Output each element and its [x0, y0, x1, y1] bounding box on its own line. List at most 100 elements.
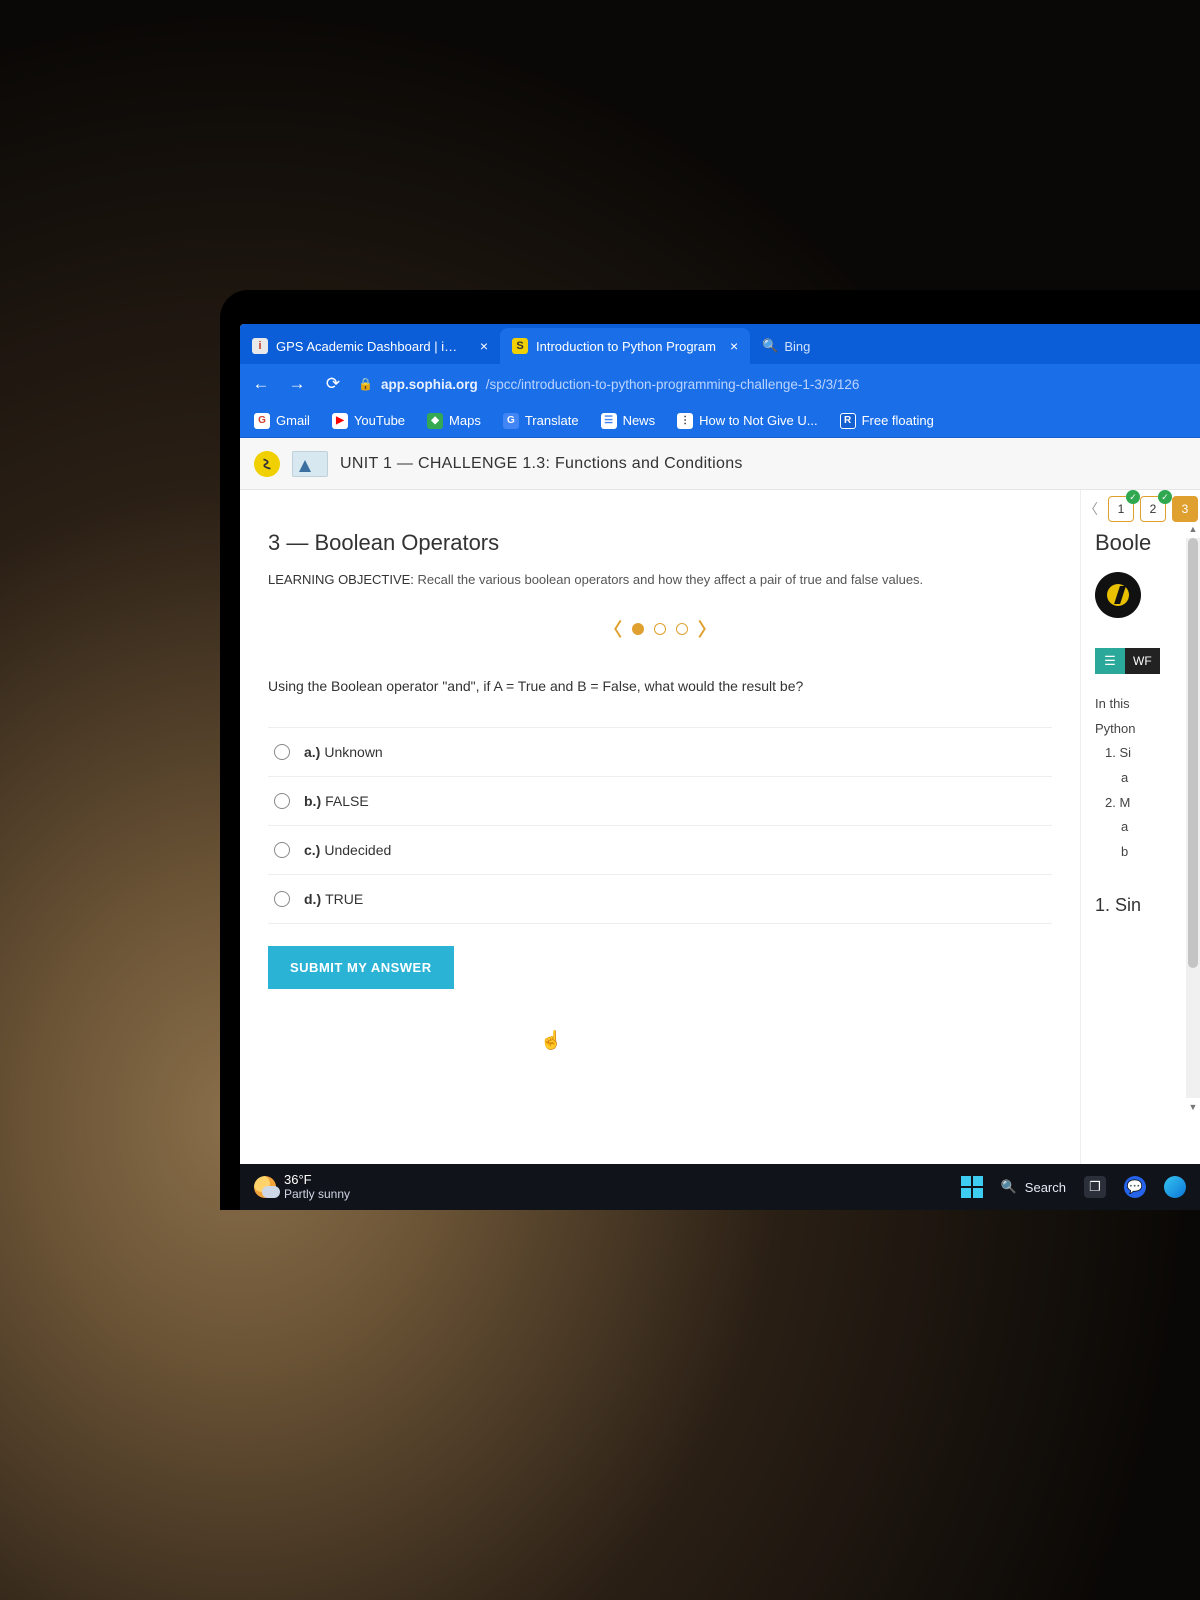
scroll-down-icon[interactable]: ▼	[1186, 1102, 1200, 1112]
pager-prev[interactable]: 〈	[1080, 499, 1102, 519]
scroll-thumb[interactable]	[1188, 538, 1198, 968]
bookmark-label: Gmail	[276, 413, 310, 428]
reddit-icon: R	[840, 413, 856, 429]
unit-header: UNIT 1 — CHALLENGE 1.3: Functions and Co…	[240, 438, 1200, 490]
contents-button[interactable]: ☰ WF	[1095, 648, 1200, 674]
scrollbar[interactable]: ▲ ▼	[1186, 538, 1200, 1098]
cursor-hand-icon: ☝	[540, 1030, 562, 1051]
slide-dot-1[interactable]	[632, 623, 644, 635]
pager-item-3[interactable]: 3	[1172, 496, 1198, 522]
option-a[interactable]: a.)Unknown	[268, 727, 1052, 776]
question-pager: 〈 1 2 3	[1080, 496, 1200, 522]
sidebar-text: In this Python 1. Si a 2. M a b	[1095, 692, 1200, 865]
weather-temp: 36°F	[284, 1173, 350, 1187]
tab-search-bing[interactable]: 🔍 Bing	[750, 328, 822, 364]
pager-item-2[interactable]: 2	[1140, 496, 1166, 522]
search-icon: 🔍	[1001, 1179, 1017, 1195]
url-path: /spcc/introduction-to-python-programming…	[486, 377, 860, 392]
bookmark-label: How to Not Give U...	[699, 413, 817, 428]
close-icon[interactable]: ×	[724, 338, 738, 354]
task-view-icon[interactable]: ❐	[1084, 1176, 1106, 1198]
list-icon: ☰	[1095, 648, 1125, 674]
option-label: c.)Undecided	[304, 842, 391, 858]
favicon-sophia: S	[512, 338, 528, 354]
start-button[interactable]	[961, 1176, 983, 1198]
learning-objective: LEARNING OBJECTIVE: Recall the various b…	[268, 570, 1052, 590]
radio-icon	[274, 793, 290, 809]
youtube-icon: ▶	[332, 413, 348, 429]
page-content: UNIT 1 — CHALLENGE 1.3: Functions and Co…	[240, 438, 1200, 1164]
tab-intro-python[interactable]: S Introduction to Python Program ×	[500, 328, 750, 364]
weather-desc: Partly sunny	[284, 1188, 350, 1201]
weather-icon	[254, 1176, 276, 1198]
url-field[interactable]: 🔒 app.sophia.org/spcc/introduction-to-py…	[358, 377, 1190, 392]
bookmark-gmail[interactable]: G Gmail	[254, 413, 310, 429]
forward-button[interactable]: →	[286, 374, 308, 394]
laptop-frame: i GPS Academic Dashboard | iCam × S Intr…	[220, 290, 1200, 1210]
news-icon: ☰	[601, 413, 617, 429]
submit-answer-button[interactable]: SUBMIT MY ANSWER	[268, 946, 454, 989]
sidebar-title: Boole	[1095, 530, 1200, 556]
slide-dot-3[interactable]	[676, 623, 688, 635]
lo-text: Recall the various boolean operators and…	[414, 572, 923, 587]
bookmarks-bar: G Gmail ▶ YouTube ◆Maps G Translate ☰ News ⋮…	[240, 404, 1200, 438]
slide-dots: 〈 〉	[268, 616, 1052, 642]
bookmark-how-to-not-give-u[interactable]: ⋮ How to Not Give U...	[677, 413, 817, 429]
slide-next[interactable]: 〉	[698, 616, 716, 642]
sophia-logo-icon[interactable]	[254, 451, 280, 477]
option-d[interactable]: d.)TRUE	[268, 874, 1052, 924]
taskbar-weather[interactable]: 36°F Partly sunny	[254, 1173, 350, 1200]
option-b[interactable]: b.)FALSE	[268, 776, 1052, 825]
sidebar-footer: 1. Sin	[1095, 895, 1200, 916]
radio-icon	[274, 842, 290, 858]
bookmark-label: Free floating	[862, 413, 934, 428]
bookmark-label: YouTube	[354, 413, 405, 428]
bookmark-free-floating[interactable]: R Free floating	[840, 413, 934, 429]
section-title: 3 — Boolean Operators	[268, 530, 1052, 556]
url-host: app.sophia.org	[381, 377, 478, 392]
taskbar-search-label: Search	[1025, 1180, 1066, 1195]
radio-icon	[274, 744, 290, 760]
pager-item-1[interactable]: 1	[1108, 496, 1134, 522]
bookmark-youtube[interactable]: ▶ YouTube	[332, 413, 405, 429]
bookmark-news[interactable]: ☰ News	[601, 413, 656, 429]
tab-title: GPS Academic Dashboard | iCam	[276, 339, 466, 354]
sophia-badge-icon	[1095, 572, 1141, 618]
unit-title: UNIT 1 — CHALLENGE 1.3: Functions and Co…	[340, 455, 743, 473]
back-button[interactable]: ←	[250, 374, 272, 394]
scroll-up-icon[interactable]: ▲	[1186, 524, 1200, 534]
reload-button[interactable]: ⟳	[322, 374, 344, 394]
bookmark-label: News	[623, 413, 656, 428]
option-label: b.)FALSE	[304, 793, 369, 809]
bookmark-maps[interactable]: ◆Maps	[427, 413, 481, 429]
generic-icon: ⋮	[677, 413, 693, 429]
slide-dot-2[interactable]	[654, 623, 666, 635]
answer-options: a.)Unknown b.)FALSE c.)Undecided d.)TRUE	[268, 727, 1052, 924]
option-c[interactable]: c.)Undecided	[268, 825, 1052, 874]
browser-tab-strip: i GPS Academic Dashboard | iCam × S Intr…	[240, 324, 1200, 364]
translate-icon: G	[503, 413, 519, 429]
question-text: Using the Boolean operator "and", if A =…	[268, 676, 1052, 697]
slide-prev[interactable]: 〈	[604, 616, 622, 642]
chat-icon[interactable]: 💬	[1124, 1176, 1146, 1198]
option-label: d.)TRUE	[304, 891, 363, 907]
maps-icon: ◆	[427, 413, 443, 429]
favicon-icam: i	[252, 338, 268, 354]
contents-label: WF	[1125, 648, 1160, 674]
bookmark-translate[interactable]: G Translate	[503, 413, 579, 429]
screen: i GPS Academic Dashboard | iCam × S Intr…	[240, 324, 1200, 1210]
bookmark-label: Translate	[525, 413, 579, 428]
lo-label: LEARNING OBJECTIVE:	[268, 572, 414, 587]
tab-title: Introduction to Python Program	[536, 339, 716, 354]
edge-icon[interactable]	[1164, 1176, 1186, 1198]
taskbar-search[interactable]: 🔍 Search	[1001, 1179, 1066, 1195]
gmail-icon: G	[254, 413, 270, 429]
question-panel: 3 — Boolean Operators LEARNING OBJECTIVE…	[240, 490, 1080, 1164]
close-icon[interactable]: ×	[474, 338, 488, 354]
tab-gps-dashboard[interactable]: i GPS Academic Dashboard | iCam ×	[240, 328, 500, 364]
option-label: a.)Unknown	[304, 744, 383, 760]
course-thumb-icon[interactable]	[292, 451, 328, 477]
address-bar: ← → ⟳ 🔒 app.sophia.org/spcc/introduction…	[240, 364, 1200, 404]
search-icon: 🔍	[762, 338, 778, 354]
tab-search-label: Bing	[784, 339, 810, 354]
